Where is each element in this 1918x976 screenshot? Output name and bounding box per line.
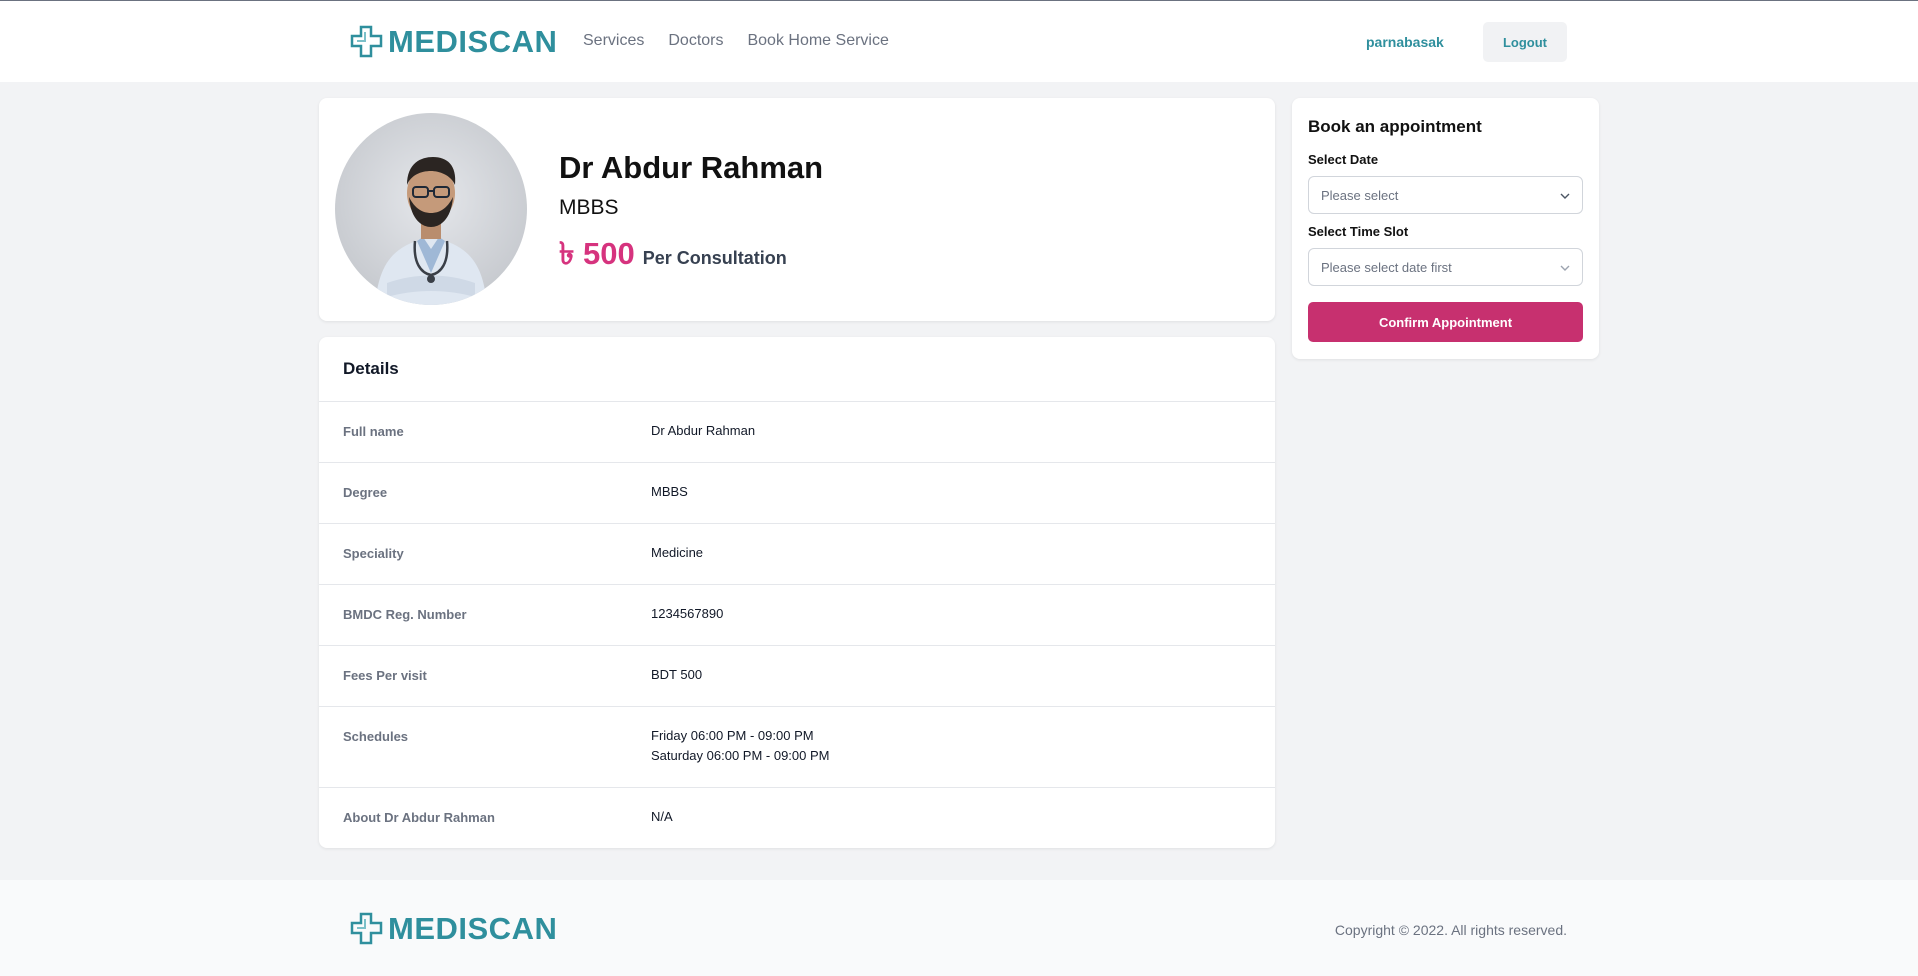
consultation-fee: ৳ 500 Per Consultation — [559, 230, 787, 282]
confirm-appointment-button[interactable]: Confirm Appointment — [1308, 302, 1583, 342]
footer: MEDISCAN Copyright © 2022. All rights re… — [0, 880, 1918, 976]
table-row: BMDC Reg. Number 1234567890 — [319, 584, 1275, 645]
row-label: Full name — [343, 424, 404, 439]
row-label: About Dr Abdur Rahman — [343, 810, 495, 825]
medical-cross-icon — [350, 25, 383, 58]
table-row: Schedules Friday 06:00 PM - 09:00 PM Sat… — [319, 706, 1275, 787]
details-heading: Details — [343, 359, 399, 378]
nav-services[interactable]: Services — [583, 32, 644, 50]
row-value: MBBS — [651, 484, 688, 499]
table-row: Degree MBBS — [319, 462, 1275, 523]
table-row: About Dr Abdur Rahman N/A — [319, 787, 1275, 848]
fee-amount: ৳ 500 — [559, 236, 635, 271]
logo-text: MEDISCAN — [388, 911, 558, 946]
main-nav: Services Doctors Book Home Service — [583, 32, 889, 50]
row-value: N/A — [651, 809, 673, 824]
time-slot-select-value: Please select date first — [1321, 260, 1452, 275]
nav-doctors[interactable]: Doctors — [668, 32, 723, 50]
doctor-avatar — [335, 113, 527, 305]
chevron-down-icon — [1560, 193, 1570, 199]
copyright-text: Copyright © 2022. All rights reserved. — [1334, 922, 1567, 938]
fee-suffix: Per Consultation — [642, 248, 787, 268]
booking-title: Book an appointment — [1308, 117, 1482, 136]
footer-logo[interactable]: MEDISCAN — [350, 911, 557, 947]
medical-cross-icon — [350, 912, 383, 945]
doctor-details-card: Details Full name Dr Abdur Rahman Degree… — [319, 337, 1275, 848]
doctor-photo — [375, 157, 487, 305]
row-value: Dr Abdur Rahman — [651, 423, 756, 438]
doctor-profile-card: Dr Abdur Rahman MBBS ৳ 500 Per Consultat… — [319, 98, 1275, 321]
row-value: Medicine — [651, 545, 704, 560]
time-slot-label: Select Time Slot — [1308, 224, 1409, 239]
row-label: Schedules — [343, 729, 409, 744]
row-label: Degree — [343, 485, 388, 500]
schedule-line: Friday 06:00 PM - 09:00 PM — [651, 728, 814, 743]
chevron-down-icon — [1560, 265, 1570, 271]
doctor-name: Dr Abdur Rahman — [559, 150, 824, 185]
doctor-degree: MBBS — [559, 196, 619, 219]
date-select-value: Please select — [1321, 188, 1399, 203]
row-label: BMDC Reg. Number — [343, 607, 467, 622]
details-table: Full name Dr Abdur Rahman Degree MBBS Sp… — [319, 401, 1275, 848]
date-label: Select Date — [1308, 152, 1379, 167]
table-row: Full name Dr Abdur Rahman — [319, 401, 1275, 462]
row-label: Speciality — [343, 546, 404, 561]
row-value: BDT 500 — [651, 667, 703, 682]
row-label: Fees Per visit — [343, 668, 427, 683]
username-link[interactable]: parnabasak — [1366, 34, 1444, 50]
time-slot-select[interactable]: Please select date first — [1308, 248, 1583, 286]
top-navbar: MEDISCAN Services Doctors Book Home Serv… — [0, 0, 1918, 82]
table-row: Fees Per visit BDT 500 — [319, 645, 1275, 706]
schedule-line: Saturday 06:00 PM - 09:00 PM — [651, 748, 830, 763]
logout-button[interactable]: Logout — [1483, 22, 1567, 62]
table-row: Speciality Medicine — [319, 523, 1275, 584]
site-logo[interactable]: MEDISCAN — [350, 24, 557, 60]
row-value: 1234567890 — [651, 606, 724, 621]
row-value: Friday 06:00 PM - 09:00 PM Saturday 06:0… — [651, 726, 829, 787]
logo-text: MEDISCAN — [388, 24, 558, 59]
nav-book-home-service[interactable]: Book Home Service — [747, 32, 888, 50]
date-select[interactable]: Please select — [1308, 176, 1583, 214]
booking-card: Book an appointment Select Date Please s… — [1292, 98, 1599, 359]
